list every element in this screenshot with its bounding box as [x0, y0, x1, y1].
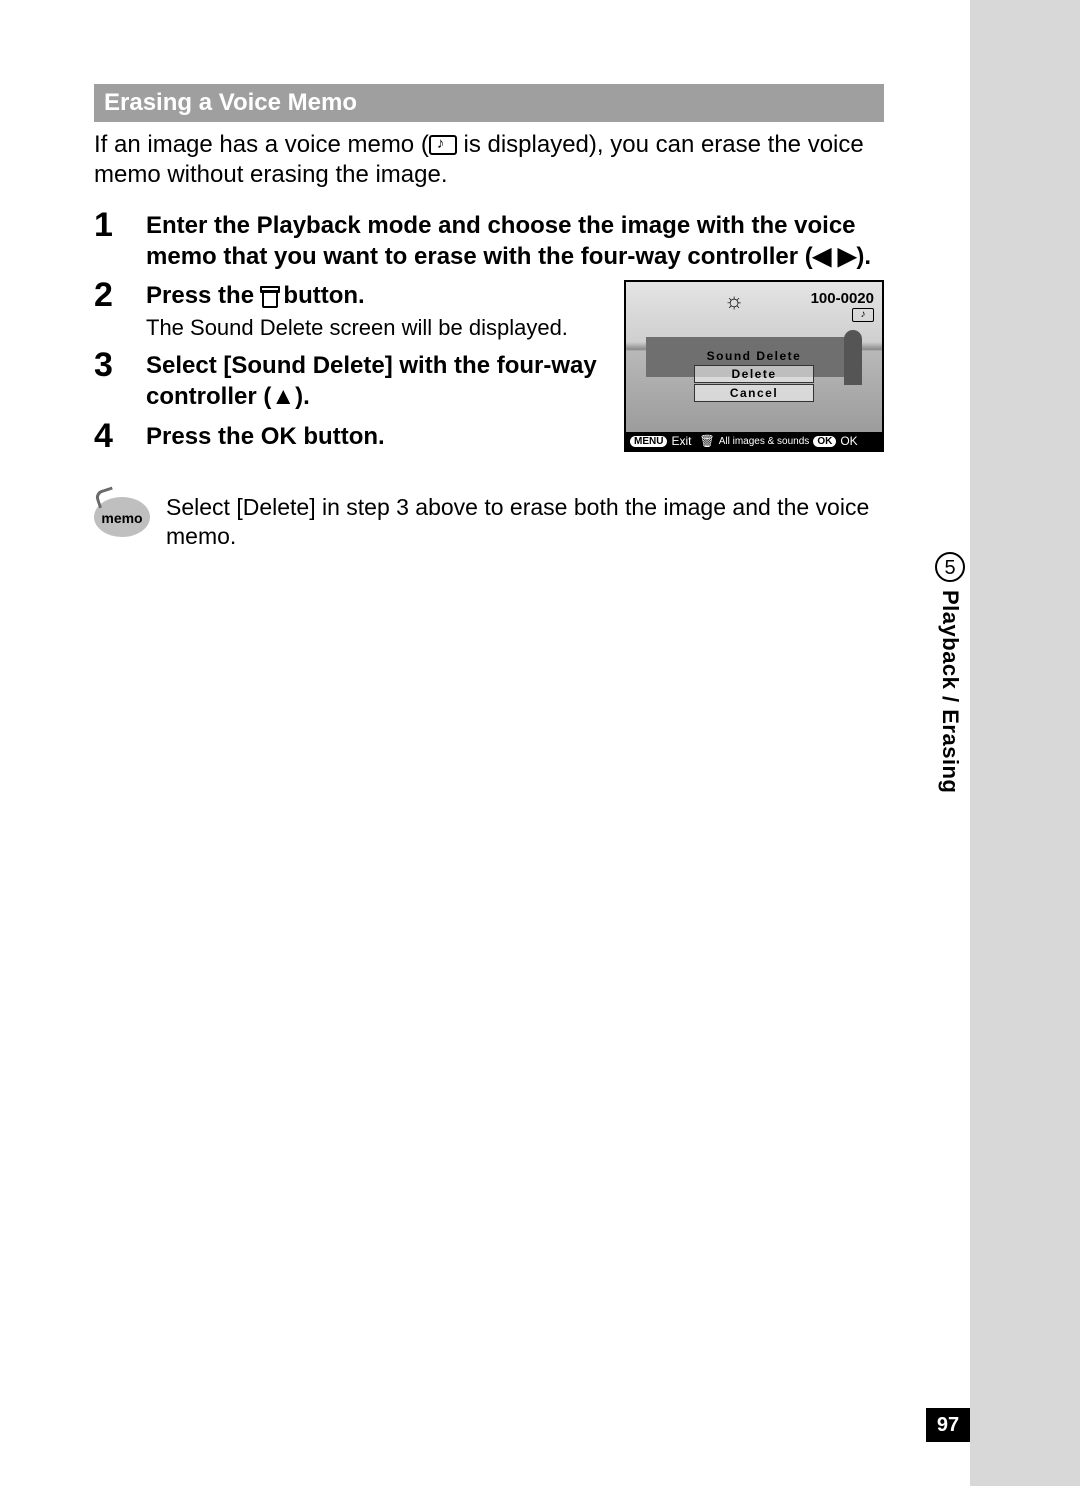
chapter-number-circle: 5	[935, 552, 965, 582]
brightness-icon: ☼	[724, 288, 744, 314]
voice-memo-icon: ♪	[852, 308, 874, 322]
ok-badge: OK	[813, 436, 836, 447]
step-number: 3	[94, 348, 146, 382]
menu-badge: MENU	[630, 436, 667, 447]
camera-lcd-preview: ☼ 100-0020 ♪ Sound Delete Delete Cancel …	[624, 280, 884, 452]
memo-note: memo Select [Delete] in step 3 above to …	[94, 485, 884, 561]
step-1-title: Enter the Playback mode and choose the i…	[146, 210, 884, 272]
step-number: 4	[94, 419, 146, 453]
step-4-title: Press the OK button.	[146, 421, 612, 452]
lcd-ok-label: OK	[840, 434, 857, 448]
trash-icon: 🗑	[699, 434, 714, 448]
memo-text: Select [Delete] in step 3 above to erase…	[166, 493, 872, 553]
page-content: Erasing a Voice Memo If an image has a v…	[94, 84, 884, 560]
lcd-all-label: All images & sounds	[719, 436, 810, 447]
intro-text-before: If an image has a voice memo (	[94, 131, 429, 158]
lcd-image-area: ☼ 100-0020 ♪ Sound Delete Delete Cancel	[626, 282, 882, 432]
step-2-title-after: button.	[277, 282, 365, 309]
chapter-side-tab: 5 Playback / Erasing	[930, 552, 970, 793]
step-2: 2 Press the button. The Sound Delete scr…	[94, 278, 612, 342]
lcd-menu-delete: Delete	[694, 365, 814, 383]
chapter-label: Playback / Erasing	[937, 590, 963, 793]
step-2-title-before: Press the	[146, 282, 261, 309]
lcd-exit-label: Exit	[671, 434, 691, 448]
lcd-delete-menu: Sound Delete Delete Cancel	[694, 347, 814, 403]
section-header: Erasing a Voice Memo	[94, 84, 884, 122]
page-number: 97	[926, 1408, 970, 1442]
step-3: 3 Select [Sound Delete] with the four-wa…	[94, 348, 612, 412]
memo-icon: memo	[94, 497, 150, 537]
step-number: 2	[94, 278, 146, 312]
step-1: 1 Enter the Playback mode and choose the…	[94, 208, 884, 272]
page-right-margin	[970, 0, 1080, 1486]
intro-paragraph: If an image has a voice memo ( is displa…	[94, 130, 884, 190]
step-3-title: Select [Sound Delete] with the four-way …	[146, 350, 612, 412]
step-number: 1	[94, 208, 146, 242]
lcd-image-id: 100-0020	[811, 290, 874, 307]
step-2-desc: The Sound Delete screen will be displaye…	[146, 314, 612, 343]
lcd-background-tree	[844, 330, 862, 385]
step-4: 4 Press the OK button.	[94, 419, 612, 453]
voice-memo-icon	[429, 135, 457, 155]
lcd-menu-sound-delete: Sound Delete	[694, 348, 814, 364]
lcd-bottom-bar: MENU Exit 🗑 All images & sounds OK OK	[626, 432, 882, 450]
trash-icon	[261, 286, 277, 306]
step-2-title: Press the button.	[146, 280, 612, 311]
steps-list: 1 Enter the Playback mode and choose the…	[94, 208, 884, 459]
lcd-menu-cancel: Cancel	[694, 384, 814, 402]
